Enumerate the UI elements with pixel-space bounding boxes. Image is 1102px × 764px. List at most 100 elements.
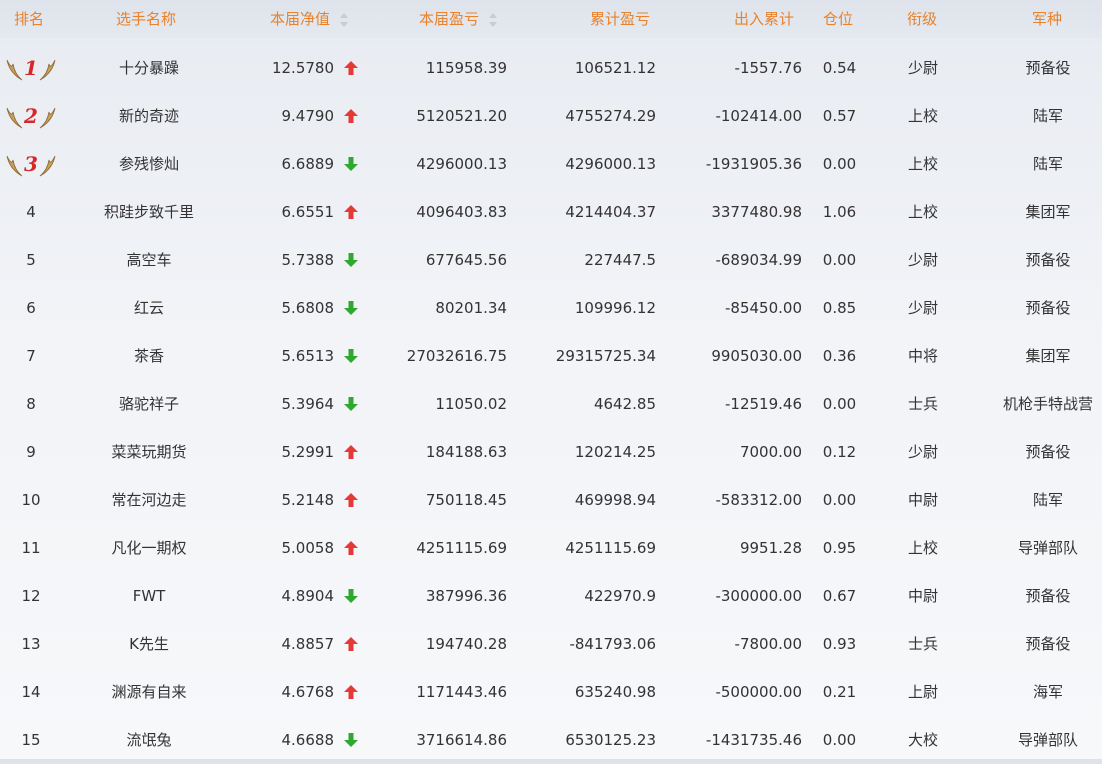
rank-medal-icon: 2 xyxy=(5,102,57,132)
nav-value: 5.6808 xyxy=(281,299,335,317)
branch: 预备役 xyxy=(1025,299,1071,317)
total-pnl-value: 635240.98 xyxy=(574,683,656,701)
player-name[interactable]: 流氓兔 xyxy=(68,716,230,764)
table-row[interactable]: 9 菜菜玩期货 5.2991 184188.63 120214.25 7000.… xyxy=(0,428,1102,476)
header-branch: 军种 xyxy=(1032,10,1063,28)
pnl-value: 677645.56 xyxy=(425,251,507,269)
header-pnl[interactable]: 本届盈亏 xyxy=(419,0,498,38)
player-name[interactable]: 渊源有自来 xyxy=(68,668,230,716)
total-pnl-value: 6530125.23 xyxy=(565,731,656,749)
player-name[interactable]: 菜菜玩期货 xyxy=(68,428,230,476)
arrow-down-icon xyxy=(343,284,359,332)
position-value: 0.12 xyxy=(822,443,857,461)
rank-cell: 10 xyxy=(21,491,41,509)
branch: 集团军 xyxy=(1025,203,1071,221)
table-row[interactable]: 6 红云 5.6808 80201.34 109996.12 -85450.00… xyxy=(0,284,1102,332)
position-value: 0.93 xyxy=(822,635,857,653)
rank-title: 中将 xyxy=(907,347,938,365)
arrow-up-icon xyxy=(343,92,359,140)
header-player-name: 选手名称 xyxy=(116,10,177,28)
flow-value: -102414.00 xyxy=(715,107,802,125)
rank-title: 少尉 xyxy=(907,59,938,77)
branch: 预备役 xyxy=(1025,635,1071,653)
nav-value: 12.5780 xyxy=(271,59,334,77)
total-pnl-value: -841793.06 xyxy=(569,635,656,653)
nav-value: 5.6513 xyxy=(281,347,335,365)
table-row[interactable]: 15 流氓兔 4.6688 3716614.86 6530125.23 -143… xyxy=(0,716,1102,764)
sort-icon[interactable] xyxy=(340,12,349,27)
rank-medal-number: 3 xyxy=(24,152,38,176)
table-row[interactable]: 8 骆驼祥子 5.3964 11050.02 4642.85 -12519.46… xyxy=(0,380,1102,428)
arrow-down-icon xyxy=(343,380,359,428)
total-pnl-value: 4296000.13 xyxy=(565,155,656,173)
position-value: 0.67 xyxy=(822,587,857,605)
flow-value: 9951.28 xyxy=(739,539,802,557)
player-name[interactable]: 凡化一期权 xyxy=(68,524,230,572)
rank-medal-number: 1 xyxy=(24,56,38,80)
rank-cell: 14 xyxy=(21,683,41,701)
arrow-down-icon xyxy=(343,572,359,620)
arrow-down-icon xyxy=(343,332,359,380)
table-row[interactable]: 1 十分暴躁 12.5780 115958.39 106521.12 -1557… xyxy=(0,44,1102,92)
pnl-value: 1171443.46 xyxy=(416,683,507,701)
branch: 陆军 xyxy=(1032,107,1063,125)
position-value: 0.00 xyxy=(822,251,857,269)
player-name[interactable]: 积跬步致千里 xyxy=(68,188,230,236)
rank-title: 少尉 xyxy=(907,443,938,461)
nav-value: 5.3964 xyxy=(281,395,335,413)
position-value: 0.00 xyxy=(822,155,857,173)
player-name[interactable]: 高空车 xyxy=(68,236,230,284)
nav-value: 6.6889 xyxy=(281,155,335,173)
arrow-down-icon xyxy=(343,236,359,284)
table-row[interactable]: 5 高空车 5.7388 677645.56 227447.5 -689034.… xyxy=(0,236,1102,284)
header-nav[interactable]: 本届净值 xyxy=(270,0,349,38)
arrow-up-icon xyxy=(343,476,359,524)
pnl-value: 750118.45 xyxy=(425,491,507,509)
branch: 预备役 xyxy=(1025,251,1071,269)
flow-value: -1557.76 xyxy=(734,59,802,77)
nav-value: 5.0058 xyxy=(281,539,335,557)
position-value: 0.95 xyxy=(822,539,857,557)
table-row[interactable]: 4 积跬步致千里 6.6551 4096403.83 4214404.37 33… xyxy=(0,188,1102,236)
rank-medal-icon: 3 xyxy=(5,150,57,180)
total-pnl-value: 120214.25 xyxy=(574,443,656,461)
player-name[interactable]: 红云 xyxy=(68,284,230,332)
nav-value: 5.2991 xyxy=(281,443,335,461)
branch: 陆军 xyxy=(1032,491,1063,509)
branch: 导弹部队 xyxy=(1017,731,1078,749)
player-name[interactable]: K先生 xyxy=(68,620,230,668)
table-row[interactable]: 11 凡化一期权 5.0058 4251115.69 4251115.69 99… xyxy=(0,524,1102,572)
table-row[interactable]: 3 参残惨灿 6.6889 4296000.13 4296000.13 -193… xyxy=(0,140,1102,188)
position-value: 0.36 xyxy=(822,347,857,365)
branch: 海军 xyxy=(1032,683,1063,701)
flow-value: -85450.00 xyxy=(725,299,802,317)
total-pnl-value: 4642.85 xyxy=(593,395,656,413)
player-name[interactable]: 新的奇迹 xyxy=(68,92,230,140)
player-name[interactable]: 参残惨灿 xyxy=(68,140,230,188)
rank-cell: 4 xyxy=(26,203,36,221)
table-row[interactable]: 14 渊源有自来 4.6768 1171443.46 635240.98 -50… xyxy=(0,668,1102,716)
player-name[interactable]: 骆驼祥子 xyxy=(68,380,230,428)
branch: 导弹部队 xyxy=(1017,539,1078,557)
sort-icon[interactable] xyxy=(489,12,498,27)
flow-value: 9905030.00 xyxy=(711,347,802,365)
table-header: 排名 选手名称 本届净值 本届盈亏 累计盈亏 出入累计 仓位 衔级 军种 xyxy=(0,0,1102,38)
table-row[interactable]: 13 K先生 4.8857 194740.28 -841793.06 -7800… xyxy=(0,620,1102,668)
pnl-value: 80201.34 xyxy=(435,299,507,317)
rank-title: 士兵 xyxy=(907,395,938,413)
branch: 集团军 xyxy=(1025,347,1071,365)
total-pnl-value: 109996.12 xyxy=(574,299,656,317)
position-value: 0.54 xyxy=(822,59,857,77)
table-row[interactable]: 10 常在河边走 5.2148 750118.45 469998.94 -583… xyxy=(0,476,1102,524)
rank-title: 中尉 xyxy=(907,587,938,605)
position-value: 1.06 xyxy=(822,203,857,221)
player-name[interactable]: 常在河边走 xyxy=(68,476,230,524)
player-name[interactable]: FWT xyxy=(68,572,230,620)
table-row[interactable]: 12 FWT 4.8904 387996.36 422970.9 -300000… xyxy=(0,572,1102,620)
player-name[interactable]: 十分暴躁 xyxy=(68,44,230,92)
arrow-up-icon xyxy=(343,668,359,716)
player-name[interactable]: 茶香 xyxy=(68,332,230,380)
arrow-up-icon xyxy=(343,428,359,476)
table-row[interactable]: 2 新的奇迹 9.4790 5120521.20 4755274.29 -102… xyxy=(0,92,1102,140)
table-row[interactable]: 7 茶香 5.6513 27032616.75 29315725.34 9905… xyxy=(0,332,1102,380)
